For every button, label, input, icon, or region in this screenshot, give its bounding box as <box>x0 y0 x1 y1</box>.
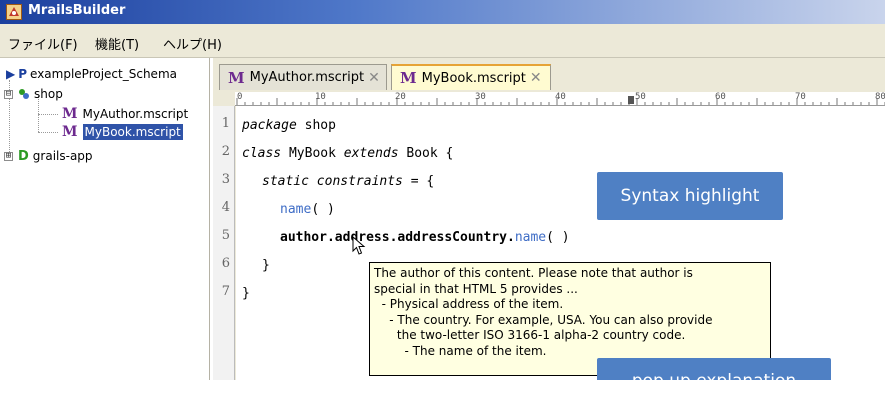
collapse-icon[interactable]: ⊟ <box>4 89 13 99</box>
code-line-7: } <box>242 286 250 301</box>
tooltip-line: the two-letter ISO 3166-1 alpha-2 countr… <box>374 328 686 342</box>
line-number: 2 <box>221 144 230 159</box>
expand-icon[interactable]: ⊞ <box>4 151 13 161</box>
code-line-2: class MyBook extends Book { <box>242 146 454 161</box>
tab-label: MyBook.mscript <box>421 70 526 86</box>
app-icon <box>6 4 22 20</box>
ruler-mark: 80 <box>875 92 885 102</box>
ruler-mark: 70 <box>795 92 806 102</box>
line-number: 6 <box>221 256 230 271</box>
code-line-6: } <box>262 258 270 273</box>
tab-label: MyAuthor.mscript <box>249 70 365 85</box>
project-icon: ▶ <box>6 67 16 81</box>
line-number: 4 <box>221 200 230 215</box>
syntax-highlight-callout: Syntax highlight <box>597 172 783 220</box>
tree-file-label: MyAuthor.mscript <box>82 107 189 121</box>
tooltip-line: - The country. For example, USA. You can… <box>374 312 713 327</box>
tooltip-line: special in that HTML 5 provides ... <box>374 281 578 296</box>
close-icon[interactable]: ✕ <box>368 70 380 86</box>
menu-help[interactable]: ヘルプ(H) <box>163 34 222 53</box>
tree-project-label: exampleProject_Schema <box>30 67 177 81</box>
folder-d-icon: D <box>18 148 29 164</box>
line-number: 5 <box>221 228 230 243</box>
tree-item-mybook[interactable]: M MyBook.mscript <box>62 122 183 142</box>
line-number: 1 <box>221 116 230 131</box>
menu-file[interactable]: ファイル(F) <box>8 34 78 53</box>
tab-bar: M MyAuthor.mscript ✕ M MyBook.mscript ✕ <box>213 58 885 90</box>
code-line-3: static constraints = { <box>262 174 435 189</box>
tooltip-line: The author of this content. Please note … <box>374 266 693 280</box>
line-number: 3 <box>221 172 230 187</box>
code-line-5: author.address.addressCountry.name( ) <box>280 230 570 245</box>
tooltip-line: - Physical address of the item. <box>374 297 564 311</box>
column-ruler: 0 10 20 30 40 50 60 70 80 <box>235 92 885 106</box>
project-tree: ▶ P exampleProject_Schema ⊟ shop M MyAut… <box>0 58 210 380</box>
code-line-1: package shop <box>242 118 336 133</box>
code-line-4: name( ) <box>280 202 335 217</box>
tree-item-project[interactable]: ▶ P exampleProject_Schema <box>6 64 177 84</box>
tree-item-myauthor[interactable]: M MyAuthor.mscript <box>62 104 188 124</box>
tree-item-package-shop[interactable]: ⊟ shop <box>4 84 63 104</box>
tree-file-label-selected: MyBook.mscript <box>82 124 183 140</box>
ruler-mark: 60 <box>715 92 726 102</box>
menu-function[interactable]: 機能(T) <box>95 34 139 53</box>
mscript-icon: M <box>62 106 78 122</box>
bottom-blank-area <box>0 380 885 403</box>
line-number: 7 <box>221 284 230 299</box>
tab-myauthor[interactable]: M MyAuthor.mscript ✕ <box>219 64 387 90</box>
ruler-mark: 10 <box>315 92 326 102</box>
ruler-mark: 20 <box>395 92 406 102</box>
tab-mybook[interactable]: M MyBook.mscript ✕ <box>391 64 551 90</box>
menu-bar: ファイル(F) 機能(T) ヘルプ(H) <box>0 24 885 58</box>
window-title: MrailsBuilder <box>28 3 126 18</box>
package-icon <box>18 88 30 100</box>
mouse-pointer-icon <box>352 235 368 256</box>
tree-app-label: grails-app <box>32 149 93 163</box>
ruler-mark: 30 <box>475 92 486 102</box>
caret-column-marker <box>628 96 634 104</box>
ruler-mark: 50 <box>635 92 646 102</box>
ruler-mark: 40 <box>555 92 566 102</box>
line-number-gutter: 1 2 3 4 5 6 7 <box>213 106 235 380</box>
close-icon[interactable]: ✕ <box>530 70 542 86</box>
mscript-icon: M <box>400 69 417 87</box>
tree-package-label: shop <box>34 87 63 101</box>
mscript-icon: M <box>228 68 245 87</box>
mscript-icon: M <box>62 124 78 140</box>
ruler-mark: 0 <box>237 92 243 102</box>
tree-item-grails-app[interactable]: ⊞ D grails-app <box>4 146 93 166</box>
title-bar: MrailsBuilder <box>0 0 885 24</box>
tooltip-line: - The name of the item. <box>374 343 547 358</box>
